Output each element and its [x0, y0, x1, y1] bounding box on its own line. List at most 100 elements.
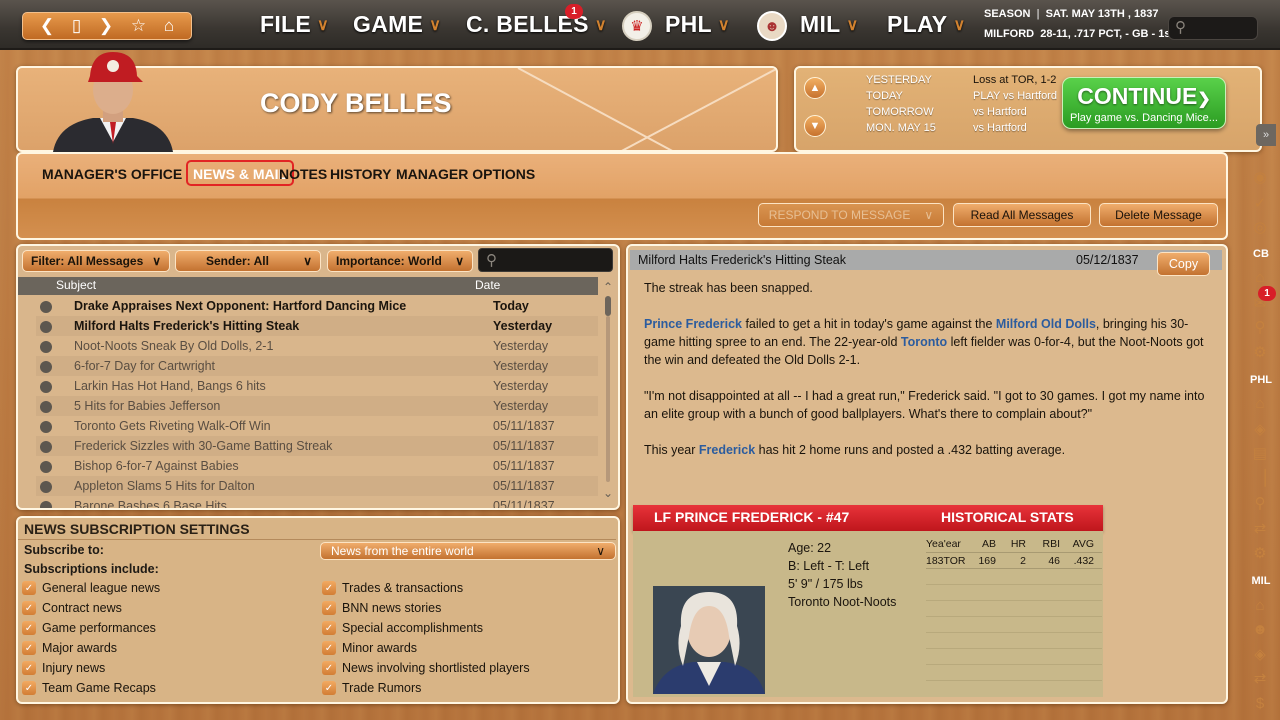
people-icon[interactable]: ☻ [1250, 620, 1270, 640]
list-item[interactable]: Drake Appraises Next Opponent: Hartford … [36, 296, 598, 316]
checkbox-checked-icon[interactable]: ✓ [22, 681, 36, 695]
list-item[interactable]: Milford Halts Frederick's Hitting Steak Y… [36, 316, 598, 336]
gear-icon[interactable]: ⚙ [1250, 343, 1270, 363]
scrollbar-thumb[interactable] [605, 296, 611, 316]
list-item[interactable]: 6-for-7 Day for Cartwright Yesterday [36, 356, 598, 376]
subscription-label: BNN news stories [342, 601, 442, 615]
dollar-icon[interactable]: $ [1250, 694, 1270, 714]
house-icon[interactable]: ⌂ [1250, 268, 1270, 288]
checkbox-checked-icon[interactable]: ✓ [22, 641, 36, 655]
message-search-input[interactable]: ⚲ [478, 248, 613, 272]
subscription-option[interactable]: ✓ BNN news stories [322, 601, 441, 615]
tab-history[interactable]: HISTORY [330, 166, 391, 182]
home-icon[interactable]: ⌂ [164, 16, 174, 36]
read-all-button[interactable]: Read All Messages [953, 203, 1091, 227]
col-subject[interactable]: Subject [56, 278, 96, 292]
tab-managers-office[interactable]: MANAGER'S OFFICE [42, 166, 182, 182]
menu-game[interactable]: GAME ∨ [353, 11, 441, 38]
subscription-option[interactable]: ✓ News involving shortlisted players [322, 661, 530, 675]
subscription-option[interactable]: ✓ Team Game Recaps [22, 681, 156, 695]
list-item[interactable]: 5 Hits for Babies Jefferson Yesterday [36, 396, 598, 416]
phl-logo-icon: ♛ [622, 11, 652, 41]
schedule-up-button[interactable]: ▲ [804, 77, 826, 99]
schedule-row: TOMORROW vs Hartford [866, 106, 1027, 118]
tab-notes[interactable]: NOTES [279, 166, 327, 182]
importance-dropdown[interactable]: Importance: World ∨ [327, 250, 473, 272]
checkbox-checked-icon[interactable]: ✓ [322, 661, 336, 675]
subscription-option[interactable]: ✓ Trades & transactions [322, 581, 463, 595]
house-icon[interactable]: ⌂ [1250, 394, 1270, 414]
transfer-icon[interactable]: ⇄ [1250, 519, 1270, 539]
expand-sidebar-button[interactable]: » [1256, 124, 1276, 146]
checkbox-checked-icon[interactable]: ✓ [322, 621, 336, 635]
checkbox-checked-icon[interactable]: ✓ [22, 621, 36, 635]
menu-mil[interactable]: MIL ∨ [800, 11, 859, 38]
menu-manager[interactable]: C. BELLES ∨ [466, 11, 607, 38]
globe-icon[interactable]: ◎ [1250, 218, 1270, 238]
checkbox-checked-icon[interactable]: ✓ [322, 641, 336, 655]
list-item[interactable]: Noot-Noots Sneak By Old Dolls, 2-1 Yester… [36, 336, 598, 356]
continue-button[interactable]: CONTINUE❯ Play game vs. Dancing Mice... [1062, 77, 1226, 129]
checkbox-checked-icon[interactable]: ✓ [22, 581, 36, 595]
message-subject: Bishop 6-for-7 Against Babies [74, 459, 239, 473]
check-icon[interactable]: ✓ [1250, 194, 1270, 214]
list-scrollbar[interactable]: ⌃ ⌄ [602, 280, 616, 504]
search-icon[interactable]: ⚲ [1250, 318, 1270, 338]
player-card-title[interactable]: LF PRINCE FREDERICK - #47 [654, 509, 849, 525]
col-date[interactable]: Date [475, 278, 500, 292]
tag-icon[interactable]: ◈ [1250, 645, 1270, 665]
bar-chart-icon[interactable]: ▕ [1250, 469, 1270, 489]
scoreboard-icon[interactable]: ▤ [1250, 444, 1270, 464]
star-icon[interactable]: ☆ [131, 16, 146, 36]
forward-icon[interactable]: ❯ [99, 16, 113, 36]
subscription-option[interactable]: ✓ General league news [22, 581, 160, 595]
checkbox-checked-icon[interactable]: ✓ [22, 601, 36, 615]
subscription-option[interactable]: ✓ Minor awards [322, 641, 417, 655]
list-item[interactable]: Toronto Gets Riveting Walk-Off Win 05/11/… [36, 416, 598, 436]
delete-button[interactable]: Delete Message [1099, 203, 1218, 227]
list-item[interactable]: Larkin Has Hot Hand, Bangs 6 hits Yesterd… [36, 376, 598, 396]
checkbox-checked-icon[interactable]: ✓ [322, 681, 336, 695]
list-item[interactable]: Bishop 6-for-7 Against Babies 05/11/1837 [36, 456, 598, 476]
historical-stats-title: HISTORICAL STATS [941, 509, 1074, 525]
player-team[interactable]: Toronto Noot-Noots [788, 595, 896, 609]
global-search-input[interactable]: ⚲ [1168, 16, 1258, 40]
team-link[interactable]: Milford Old Dolls [996, 317, 1096, 331]
list-item[interactable]: Frederick Sizzles with 30-Game Batting S… [36, 436, 598, 456]
filter-dropdown[interactable]: Filter: All Messages ∨ [22, 250, 170, 272]
window-icon[interactable]: ▯ [72, 16, 81, 36]
subscription-option[interactable]: ✓ Game performances [22, 621, 156, 635]
subscription-option[interactable]: ✓ Special accomplishments [322, 621, 483, 635]
menu-phl[interactable]: PHL ∨ [665, 11, 730, 38]
checkbox-checked-icon[interactable]: ✓ [322, 601, 336, 615]
sender-dropdown[interactable]: Sender: All ∨ [175, 250, 321, 272]
schedule-down-button[interactable]: ▼ [804, 115, 826, 137]
copy-button[interactable]: Copy [1157, 252, 1210, 276]
player-link[interactable]: Prince Frederick [644, 317, 742, 331]
checkbox-checked-icon[interactable]: ✓ [22, 661, 36, 675]
player-link[interactable]: Frederick [699, 443, 755, 457]
team-link[interactable]: Toronto [901, 335, 947, 349]
back-icon[interactable]: ❮ [40, 16, 54, 36]
menu-play[interactable]: PLAY ∨ [887, 11, 965, 38]
continue-subtitle: Play game vs. Dancing Mice... [1070, 112, 1218, 124]
checkbox-checked-icon[interactable]: ✓ [322, 581, 336, 595]
chevron-down-icon: ∨ [596, 544, 605, 558]
gear-icon[interactable]: ⚙ [1250, 544, 1270, 564]
subscription-option[interactable]: ✓ Major awards [22, 641, 117, 655]
respond-button[interactable]: RESPOND TO MESSAGE ∨ [758, 203, 944, 227]
tag-icon[interactable]: ◈ [1250, 420, 1270, 440]
pin-icon[interactable]: ◉ [1250, 168, 1270, 188]
house-icon[interactable]: ⌂ [1250, 596, 1270, 616]
list-item[interactable]: Appleton Slams 5 Hits for Dalton 05/11/18… [36, 476, 598, 496]
list-item[interactable]: Barone Bashes 6 Base Hits 05/11/1837 [36, 496, 598, 508]
transfer-icon[interactable]: ⇄ [1250, 669, 1270, 689]
subscription-option[interactable]: ✓ Trade Rumors [322, 681, 421, 695]
subscribe-dropdown[interactable]: News from the entire world ∨ [320, 542, 616, 560]
subscription-option[interactable]: ✓ Injury news [22, 661, 105, 675]
menu-file[interactable]: FILE ∨ [260, 11, 329, 38]
subscription-option[interactable]: ✓ Contract news [22, 601, 122, 615]
tab-manager-options[interactable]: MANAGER OPTIONS [396, 166, 535, 182]
tab-news-mail[interactable]: NEWS & MAIL [186, 160, 295, 186]
trophy-icon[interactable]: ⚲ [1250, 494, 1270, 514]
